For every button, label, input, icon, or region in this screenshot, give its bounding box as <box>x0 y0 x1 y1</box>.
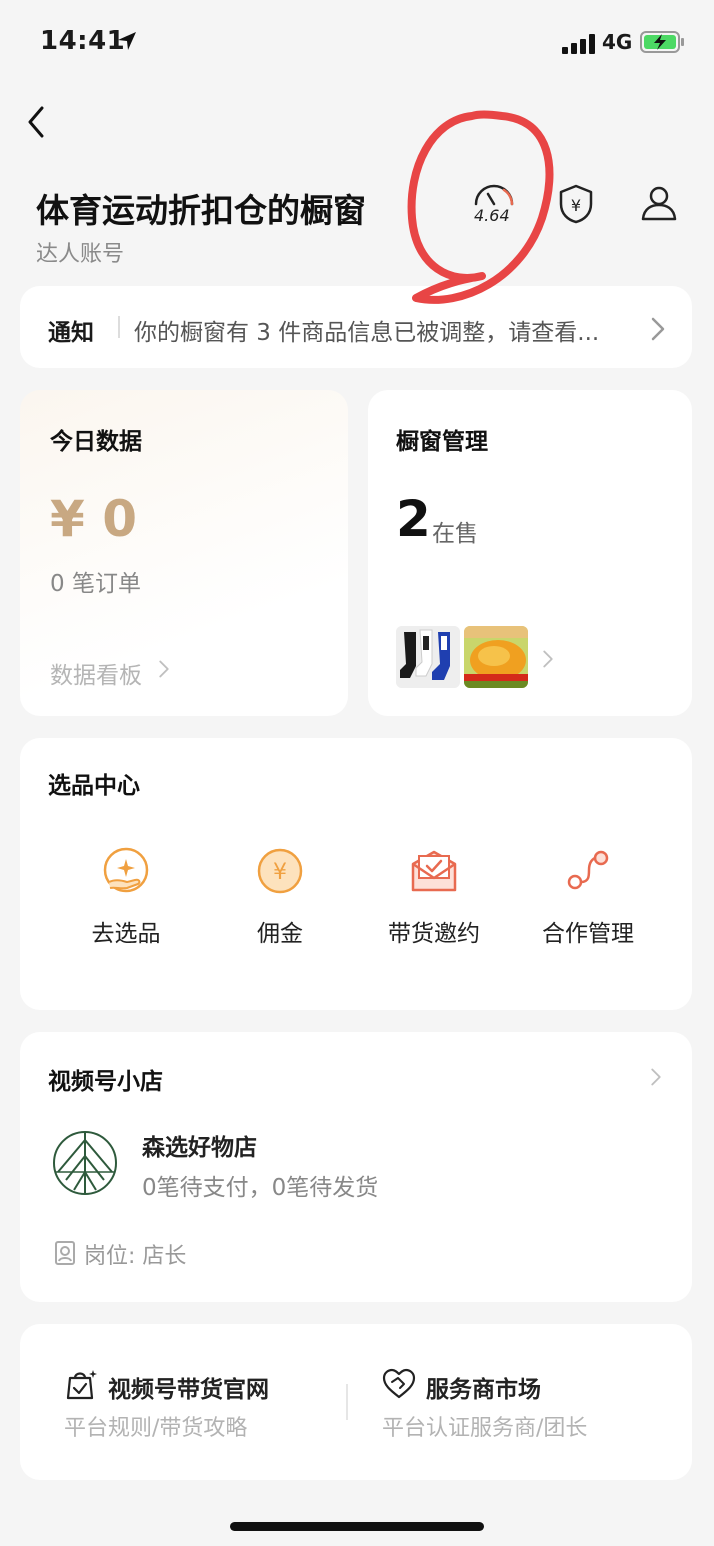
chevron-right-icon[interactable] <box>158 658 170 680</box>
hand-star-icon <box>103 847 149 893</box>
back-arrow-icon[interactable] <box>24 104 52 140</box>
selection-center-title: 选品中心 <box>48 773 140 799</box>
status-time: 14:41 <box>40 26 126 56</box>
today-amount: ¥ 0 <box>50 490 137 548</box>
heart-handshake-icon <box>382 1368 416 1399</box>
product-thumbnail-socks[interactable] <box>396 626 460 688</box>
link-nodes-icon <box>567 850 609 890</box>
tool-commission[interactable]: ¥ 佣金 <box>220 846 340 948</box>
today-orders: 0 笔订单 <box>50 571 141 597</box>
bag-check-icon <box>66 1370 97 1400</box>
video-shop-title: 视频号小店 <box>48 1069 163 1095</box>
chevron-right-icon[interactable] <box>650 1066 662 1088</box>
product-thumbnail-food[interactable] <box>464 626 528 688</box>
on-sale-count: 2 <box>396 490 431 548</box>
shop-role: 岗位: 店长 <box>84 1244 187 1269</box>
links-divider <box>346 1384 348 1420</box>
link-service-market-sub: 平台认证服务商/团长 <box>382 1416 588 1441</box>
link-official-site-sub: 平台规则/带货攻略 <box>64 1416 248 1441</box>
chevron-right-icon[interactable] <box>542 648 554 670</box>
shop-logo <box>53 1131 117 1195</box>
socks-image <box>396 626 460 688</box>
user-profile-icon[interactable] <box>640 184 678 222</box>
tool-label: 佣金 <box>257 921 303 947</box>
link-official-site[interactable]: 视频号带货官网 <box>108 1370 269 1404</box>
tool-cooperation[interactable]: 合作管理 <box>528 846 648 948</box>
window-management-title: 橱窗管理 <box>396 429 488 455</box>
shop-name: 森选好物店 <box>142 1135 257 1161</box>
location-arrow-icon <box>118 32 136 50</box>
network-type: 4G <box>602 30 633 54</box>
notice-label: 通知 <box>48 320 94 346</box>
food-image <box>464 626 528 688</box>
envelope-check-icon <box>411 850 457 892</box>
svg-text:¥: ¥ <box>571 196 581 215</box>
battery-charging-icon <box>640 31 684 53</box>
svg-text:¥: ¥ <box>273 860 287 885</box>
home-indicator <box>230 1522 484 1531</box>
notice-text[interactable]: 你的橱窗有 3 件商品信息已被调整，请查看... <box>134 313 634 347</box>
score-value[interactable]: 4.64 <box>474 206 510 225</box>
badge-person-icon <box>55 1241 75 1265</box>
tool-label: 合作管理 <box>542 921 634 947</box>
tool-label: 去选品 <box>91 921 161 947</box>
signal-icon <box>562 34 595 54</box>
tool-invitation[interactable]: 带货邀约 <box>374 846 494 948</box>
shield-yen-icon[interactable]: ¥ <box>558 184 594 224</box>
chevron-right-icon[interactable] <box>650 316 666 342</box>
today-data-title: 今日数据 <box>50 429 142 455</box>
page-title: 体育运动折扣仓的橱窗 <box>36 191 366 230</box>
account-type: 达人账号 <box>36 242 125 267</box>
notice-divider <box>118 316 120 338</box>
data-dashboard-link[interactable]: 数据看板 <box>50 656 142 690</box>
on-sale-label: 在售 <box>432 521 478 547</box>
tool-select-products[interactable]: 去选品 <box>66 846 186 948</box>
link-service-market[interactable]: 服务商市场 <box>426 1370 541 1404</box>
shop-order-stats: 0笔待支付，0笔待发货 <box>142 1175 379 1201</box>
tool-label: 带货邀约 <box>388 921 480 947</box>
yen-coin-icon: ¥ <box>257 848 303 894</box>
